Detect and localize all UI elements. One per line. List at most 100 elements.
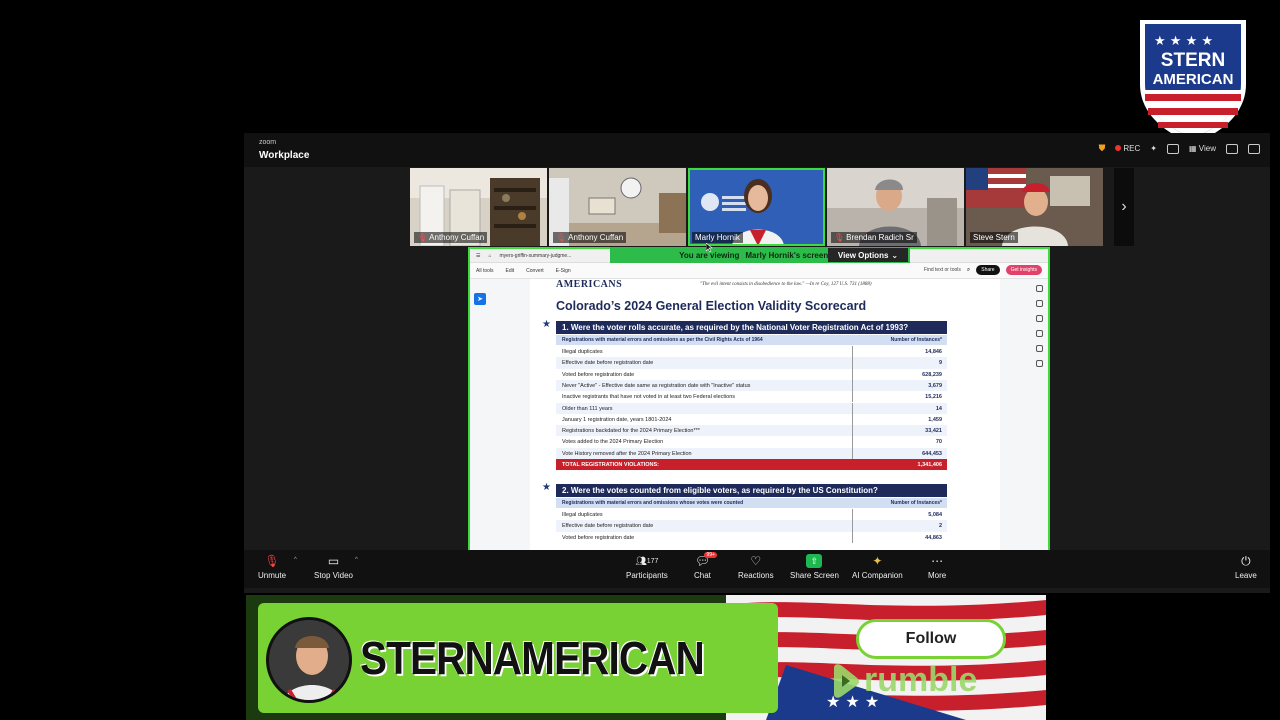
acrobat-right-sidebar bbox=[1032, 285, 1046, 551]
rec-indicator[interactable]: REC bbox=[1115, 144, 1140, 153]
participant-tile[interactable]: 🎙︎ Anthony Cuffan bbox=[549, 168, 686, 246]
column-divider bbox=[852, 357, 853, 369]
rumble-play-icon bbox=[834, 663, 859, 698]
chevron-down-icon: ⌄ bbox=[891, 250, 899, 260]
select-cursor-icon[interactable]: ➤ bbox=[474, 293, 486, 305]
tab-all-tools[interactable]: All tools bbox=[476, 268, 494, 274]
lock-icon[interactable] bbox=[1035, 360, 1043, 367]
participant-name-label: Steve Stern bbox=[970, 232, 1018, 243]
row-value: 644,453 bbox=[922, 450, 942, 457]
bookmark-icon[interactable] bbox=[1035, 300, 1043, 307]
row-label: Voted before registration date bbox=[562, 371, 635, 378]
attachment-icon[interactable] bbox=[1035, 315, 1043, 322]
participant-name-label: Marly Hornik bbox=[692, 232, 743, 243]
acrobat-right-tools: Find text or tools ⌕ Share Get insights bbox=[924, 265, 1042, 275]
chat-button[interactable]: 💬︎ 99+ Chat bbox=[694, 552, 717, 580]
more-button[interactable]: ⋯ More bbox=[928, 554, 946, 580]
audio-options-chevron-icon[interactable]: ^ bbox=[294, 557, 297, 563]
participants-button[interactable]: 👥︎ 177 Participants bbox=[626, 554, 668, 581]
find-text-input[interactable]: Find text or tools bbox=[924, 267, 961, 273]
row-label: Inactive registrants that have not voted… bbox=[562, 394, 736, 401]
mouse-cursor-icon bbox=[706, 243, 713, 253]
star-icon: ★ bbox=[542, 319, 551, 330]
chat-badge: 99+ bbox=[704, 552, 717, 558]
layers-icon[interactable] bbox=[1035, 345, 1043, 352]
view-grid-icon: ▦ bbox=[1189, 144, 1197, 153]
zoom-brand-large: Workplace bbox=[259, 150, 310, 161]
acrobat-tab-title[interactable]: myers-griffin-summary-judgme... bbox=[500, 253, 572, 259]
row-label: Registrations backdated for the 2024 Pri… bbox=[562, 428, 700, 435]
reactions-button[interactable]: ♡ Reactions bbox=[738, 554, 774, 580]
total-violations-row: TOTAL REGISTRATION VIOLATIONS: 1,341,406 bbox=[556, 459, 947, 470]
security-shield-icon[interactable]: ⛊ bbox=[1099, 143, 1106, 154]
row-label: Illegal duplicates bbox=[562, 512, 603, 518]
zoom-brand-small: zoom bbox=[259, 139, 277, 146]
leave-button[interactable]: ⏻ Leave bbox=[1235, 553, 1257, 581]
sparkle-icon[interactable]: ✦ bbox=[1150, 144, 1157, 153]
unmute-button[interactable]: 🎙︎ Unmute bbox=[258, 554, 286, 580]
column-divider bbox=[852, 520, 853, 532]
channel-name: STERNAMERICAN bbox=[360, 632, 705, 684]
tab-convert[interactable]: Convert bbox=[526, 268, 544, 274]
rumble-logo: rumble bbox=[830, 661, 977, 700]
table-row: Never "Active" - Effective date same as … bbox=[556, 379, 947, 392]
leave-icon: ⏻ bbox=[1241, 553, 1251, 568]
total-label: TOTAL REGISTRATION VIOLATIONS: bbox=[562, 462, 659, 468]
video-options-chevron-icon[interactable]: ^ bbox=[355, 557, 358, 563]
row-value: 9 bbox=[938, 360, 942, 367]
question-2-heading: 2. Were the votes counted from eligible … bbox=[556, 484, 947, 497]
row-value: 1,459 bbox=[928, 416, 942, 423]
menu-icon[interactable]: ☰ bbox=[476, 253, 480, 259]
svg-text:★ ★ ★ ★: ★ ★ ★ ★ bbox=[1154, 34, 1213, 49]
row-value: 5,084 bbox=[928, 512, 942, 518]
share-screen-button[interactable]: ⇧ Share Screen bbox=[790, 554, 839, 580]
table-row: Voted before registration date 44,863 bbox=[556, 531, 947, 543]
row-label: Never "Active" - Effective date same as … bbox=[562, 382, 751, 389]
stream-frame: ★ ★ ★ ★ STERN AMERICAN zoom Workplace ⛊ … bbox=[0, 0, 1280, 720]
participant-name-label: 🎙︎ Anthony Cuffan bbox=[553, 232, 627, 243]
next-page-chevron-icon[interactable]: › bbox=[1114, 168, 1134, 246]
zoom-title-bar: zoom Workplace ⛊ REC ✦ ▦ View bbox=[244, 133, 1270, 167]
stop-video-button[interactable]: ▭ Stop Video bbox=[314, 554, 353, 580]
zoom-brand: zoom Workplace bbox=[259, 139, 309, 162]
tab-edit[interactable]: Edit bbox=[506, 268, 515, 274]
document-title: Colorado’s 2024 General Election Validit… bbox=[556, 299, 867, 313]
participant-tile[interactable]: 🎙︎ Anthony Cuffan bbox=[410, 168, 547, 246]
heart-icon: ♡ bbox=[750, 554, 762, 568]
participants-icon: 👥︎ 177 bbox=[635, 555, 659, 566]
fullscreen-icon[interactable] bbox=[1167, 143, 1179, 154]
minimize-window-icon[interactable] bbox=[1226, 143, 1238, 154]
column-divider bbox=[852, 447, 853, 459]
mic-off-icon: 🎙︎ bbox=[556, 233, 567, 242]
comment-icon[interactable] bbox=[1035, 285, 1043, 292]
pages-icon[interactable] bbox=[1035, 330, 1043, 337]
row-value: 70 bbox=[935, 439, 942, 446]
zoom-toolbar: 🎙︎ Unmute ^ ▭ Stop Video ^ 👥︎ 177 Partic… bbox=[244, 550, 1270, 588]
row-label: Vote History removed after the 2024 Prim… bbox=[562, 450, 692, 457]
tab-esign[interactable]: E-Sign bbox=[556, 268, 571, 274]
view-options-button[interactable]: View Options ⌄ bbox=[828, 248, 908, 262]
popout-window-icon[interactable] bbox=[1248, 143, 1260, 154]
document-brand: AMERICANS bbox=[556, 279, 623, 290]
follow-button[interactable]: Follow bbox=[856, 619, 1006, 659]
document-quote: "The evil intent consists in disobedienc… bbox=[700, 282, 872, 287]
get-insights-button[interactable]: Get insights bbox=[1005, 265, 1042, 275]
row-label: Effective date before registration date bbox=[562, 360, 654, 367]
shared-screen: ☰ ⌂ myers-griffin-summary-judgme... All … bbox=[468, 247, 1050, 553]
share-arrow-icon: ⇧ bbox=[806, 554, 823, 568]
view-button[interactable]: ▦ View bbox=[1189, 144, 1216, 153]
participant-tile[interactable]: 🎙︎ Brendan Radich Sr bbox=[827, 168, 964, 246]
ai-companion-button[interactable]: ✦ AI Companion bbox=[852, 554, 903, 580]
participant-tile[interactable]: Steve Stern bbox=[966, 168, 1103, 246]
search-icon[interactable]: ⌕ bbox=[967, 267, 970, 274]
table-row: Vote History removed after the 2024 Prim… bbox=[556, 447, 947, 459]
home-icon[interactable]: ⌂ bbox=[488, 253, 491, 259]
column-divider bbox=[852, 425, 853, 437]
stern-american-logo: ★ ★ ★ ★ STERN AMERICAN bbox=[1140, 20, 1246, 144]
video-camera-icon: ▭ bbox=[327, 554, 340, 568]
row-value: 3,679 bbox=[928, 382, 942, 389]
share-button[interactable]: Share bbox=[976, 265, 1000, 275]
logo-line1: STERN bbox=[1161, 50, 1225, 71]
participant-name-label: 🎙︎ Brendan Radich Sr bbox=[831, 232, 917, 243]
participant-tile-active[interactable]: Marly Hornik bbox=[688, 168, 825, 246]
